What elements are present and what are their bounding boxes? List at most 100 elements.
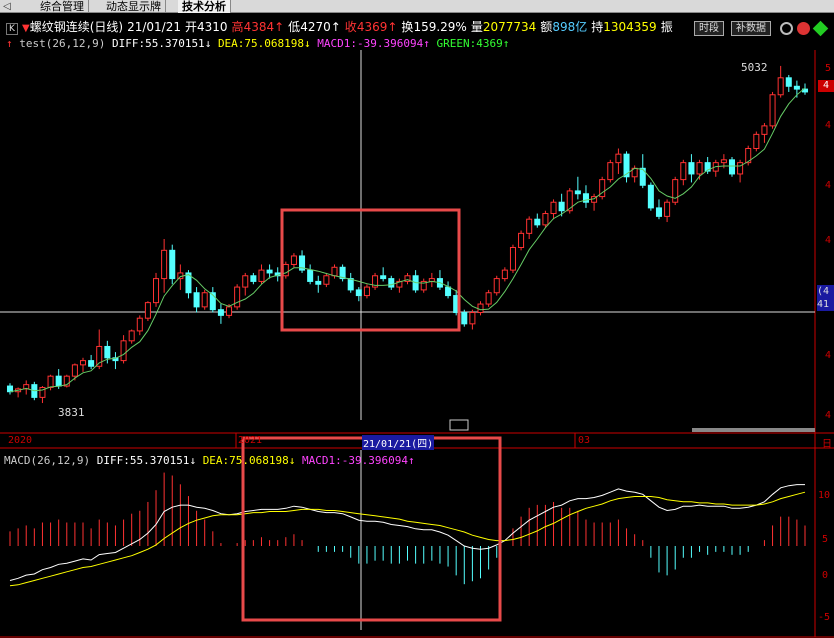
candle-up[interactable]: [761, 125, 768, 135]
candle-up[interactable]: [607, 162, 614, 181]
candle-down[interactable]: [688, 162, 695, 175]
macd-axis-label-1: 10: [818, 490, 831, 501]
candle-down[interactable]: [6, 385, 14, 393]
right-axis-label-3: 4: [825, 120, 832, 131]
candle-down[interactable]: [793, 85, 800, 90]
candle-up[interactable]: [290, 255, 297, 265]
candle-up[interactable]: [720, 159, 727, 164]
candle-down[interactable]: [655, 207, 662, 217]
candle-down[interactable]: [534, 218, 541, 226]
candle-up[interactable]: [242, 275, 249, 288]
candle-down[interactable]: [380, 275, 387, 280]
candle-up[interactable]: [777, 77, 784, 96]
candle-up[interactable]: [493, 278, 500, 294]
macd-indicator-legend: MACD(26,12,9) DIFF:55.370151↓ DEA:75.068…: [4, 454, 415, 468]
candle-down[interactable]: [250, 275, 257, 282]
candle-down[interactable]: [647, 184, 654, 209]
cursor-date-label: 21/01/21(四): [362, 435, 435, 450]
crosshair-price-line2: 41: [817, 299, 830, 310]
candle-down[interactable]: [461, 312, 468, 325]
candle-up[interactable]: [331, 266, 338, 277]
right-axis-label-7: 4: [825, 410, 832, 421]
candle-up[interactable]: [485, 292, 492, 305]
kline-chart[interactable]: [0, 0, 834, 638]
candle-down[interactable]: [558, 201, 565, 212]
candle-up[interactable]: [615, 153, 622, 164]
candle-up[interactable]: [672, 179, 679, 203]
candle-up[interactable]: [363, 286, 370, 297]
candle-up[interactable]: [226, 306, 233, 316]
candle-down[interactable]: [785, 77, 792, 87]
candle-up[interactable]: [518, 232, 525, 248]
candle-up[interactable]: [201, 292, 208, 308]
candle-up[interactable]: [234, 286, 241, 308]
low-price-label: 3831: [58, 406, 85, 419]
candle-up[interactable]: [79, 360, 87, 366]
trading-terminal: ◁ 综合管理 动态显示牌 技术分析 K ▼螺纹钢连续(日线) 21/01/21 开43…: [0, 0, 834, 638]
candle-up[interactable]: [526, 218, 533, 234]
candle-down[interactable]: [445, 286, 452, 297]
candle-up[interactable]: [566, 190, 573, 212]
candle-up[interactable]: [737, 162, 744, 175]
macd-axis-label-2: 5: [822, 534, 829, 545]
macd-dea: DEA:75.068198: [202, 454, 289, 467]
candle-up[interactable]: [161, 249, 168, 280]
high-price-label: 5032: [741, 61, 768, 74]
candle-up[interactable]: [128, 330, 135, 342]
macd-macd1: MACD1:-39.396094: [302, 454, 408, 467]
candle-up[interactable]: [550, 201, 557, 215]
macd-macd1-up-icon: ↑: [408, 454, 415, 467]
candle-up[interactable]: [696, 162, 703, 175]
candle-up[interactable]: [282, 263, 289, 277]
candle-up[interactable]: [477, 303, 484, 314]
candle-down[interactable]: [574, 190, 581, 195]
time-label-day: 日: [822, 439, 832, 450]
candle-up[interactable]: [323, 275, 330, 285]
right-axis-label-4: 4: [825, 180, 832, 191]
candle-up[interactable]: [469, 312, 476, 325]
candle-down[interactable]: [169, 249, 176, 280]
right-axis-label-1: 5: [825, 63, 832, 74]
candle-up[interactable]: [769, 94, 776, 127]
candle-down[interactable]: [193, 292, 200, 308]
candle-down[interactable]: [88, 360, 95, 367]
candle-down[interactable]: [266, 269, 273, 274]
candle-up[interactable]: [144, 302, 151, 319]
candle-down[interactable]: [55, 375, 62, 387]
crosshair-price-tag: (4 41: [817, 285, 834, 311]
macd-indicator-name: MACD(26,12,9): [4, 454, 91, 467]
time-label-2021: 2021: [238, 435, 263, 446]
last-price-tag: 4: [818, 80, 834, 92]
candle-down[interactable]: [728, 159, 736, 175]
crosshair-price-line1: (4: [817, 286, 830, 297]
scrollbar[interactable]: [692, 428, 815, 432]
macd-diff: DIFF:55.370151: [96, 454, 190, 467]
candle-up[interactable]: [136, 317, 143, 332]
candle-up[interactable]: [258, 269, 265, 282]
candle-up[interactable]: [47, 375, 54, 388]
candle-up[interactable]: [664, 201, 671, 217]
macd-diff-down-icon: ↓: [189, 454, 197, 467]
candle-down[interactable]: [104, 345, 111, 359]
candle-up[interactable]: [501, 269, 508, 280]
candle-up[interactable]: [153, 278, 160, 304]
macd-axis-label-3: 0: [822, 570, 829, 581]
time-label-03: 03: [578, 435, 591, 446]
candle-down[interactable]: [217, 309, 224, 316]
right-axis-label-6: 4: [825, 350, 832, 361]
candle-up[interactable]: [753, 133, 760, 149]
macd-axis-label-4: -5: [818, 612, 831, 623]
candle-down[interactable]: [347, 278, 354, 291]
candle-down[interactable]: [388, 278, 395, 288]
macd-dea-down-icon: ↓: [288, 454, 296, 467]
candle-up[interactable]: [509, 246, 516, 271]
candle-up[interactable]: [680, 162, 687, 181]
candle-down[interactable]: [315, 280, 322, 285]
macd-diff-line: [9, 484, 805, 581]
time-label-2020: 2020: [8, 435, 33, 446]
candle-up[interactable]: [120, 340, 127, 362]
candle-down[interactable]: [355, 289, 362, 297]
candle-up[interactable]: [542, 213, 549, 226]
candle-up[interactable]: [71, 364, 78, 377]
candle-down[interactable]: [307, 269, 314, 282]
